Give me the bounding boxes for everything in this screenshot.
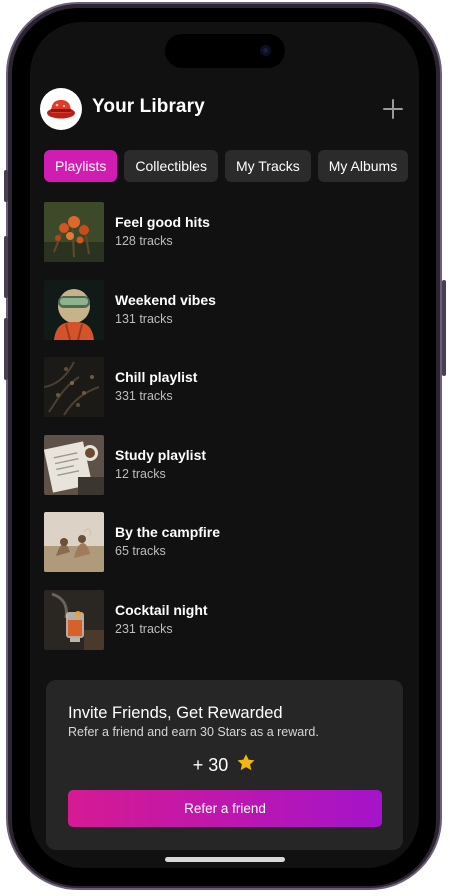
star-icon <box>237 754 255 771</box>
playlist-item-cocktail-night[interactable]: Cocktail night 231 tracks <box>44 589 404 668</box>
library-header: Your Library <box>40 86 410 132</box>
dynamic-island <box>165 34 285 68</box>
playlist-item-weekend-vibes[interactable]: Weekend vibes 131 tracks <box>44 279 404 358</box>
playlist-item-feel-good-hits[interactable]: Feel good hits 128 tracks <box>44 202 404 280</box>
library-tabs: Playlists Collectibles My Tracks My Albums <box>44 150 419 184</box>
invite-subtitle: Refer a friend and earn 30 Stars as a re… <box>68 725 319 739</box>
playlist-cover <box>44 512 104 572</box>
playlist-title: Feel good hits <box>115 214 210 230</box>
home-indicator <box>165 857 285 862</box>
playlist-track-count: 131 tracks <box>115 311 173 326</box>
front-camera <box>260 45 271 56</box>
invite-title: Invite Friends, Get Rewarded <box>68 704 283 722</box>
tab-my-tracks[interactable]: My Tracks <box>224 150 311 182</box>
app-screen: Your Library Playlists Collectibles My Tra… <box>30 22 419 868</box>
playlist-track-count: 231 tracks <box>115 621 173 636</box>
tab-my-albums[interactable]: My Albums <box>317 150 409 182</box>
playlist-track-count: 128 tracks <box>115 234 173 248</box>
invite-card: Invite Friends, Get Rewarded Refer a fri… <box>46 680 403 850</box>
playlist-cover <box>44 357 104 417</box>
playlist-title: Cocktail night <box>115 601 208 618</box>
add-button[interactable] <box>376 92 410 126</box>
plus-icon <box>383 99 403 119</box>
playlist-item-chill-playlist[interactable]: Chill playlist 331 tracks <box>44 357 404 435</box>
playlist-title: Chill playlist <box>115 369 198 385</box>
playlist-title: Study playlist <box>115 446 207 463</box>
power-button <box>442 280 446 376</box>
volume-up-button <box>4 236 8 298</box>
reward-amount: + 30 <box>46 753 403 776</box>
playlist-cover <box>44 202 104 262</box>
red-bucket-hat-icon <box>47 100 75 119</box>
playlist-item-by-the-campfire[interactable]: By the campfire 65 tracks <box>44 512 404 590</box>
tab-playlists[interactable]: Playlists <box>44 150 118 182</box>
playlist-cover <box>44 434 104 495</box>
page-title: Your Library <box>92 96 205 117</box>
playlist-track-count: 12 tracks <box>115 466 166 481</box>
action-button <box>4 170 8 202</box>
playlist-track-count: 331 tracks <box>115 389 173 403</box>
reward-value: + 30 <box>192 755 229 775</box>
avatar[interactable] <box>40 88 82 130</box>
playlist-item-study-playlist[interactable]: Study playlist 12 tracks <box>44 434 404 513</box>
playlist-list: Feel good hits 128 tracks Weekend vibes … <box>44 202 404 667</box>
tab-collectibles[interactable]: Collectibles <box>124 150 218 182</box>
playlist-cover <box>44 589 104 650</box>
refer-friend-button[interactable]: Refer a friend <box>68 790 382 827</box>
playlist-track-count: 65 tracks <box>115 544 166 558</box>
volume-down-button <box>4 318 8 380</box>
playlist-cover <box>44 279 104 340</box>
playlist-title: Weekend vibes <box>115 291 216 308</box>
playlist-title: By the campfire <box>115 524 221 540</box>
